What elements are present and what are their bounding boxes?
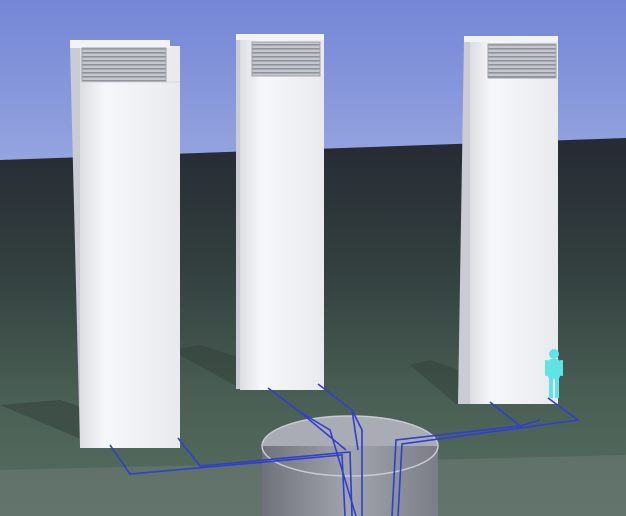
grille-vent bbox=[487, 43, 557, 79]
scene-canvas bbox=[0, 0, 626, 516]
middle-tower bbox=[236, 34, 324, 390]
right-tower bbox=[458, 36, 558, 404]
grille-vent bbox=[251, 41, 321, 77]
left-tower bbox=[70, 40, 180, 448]
grille-vent bbox=[81, 47, 167, 83]
